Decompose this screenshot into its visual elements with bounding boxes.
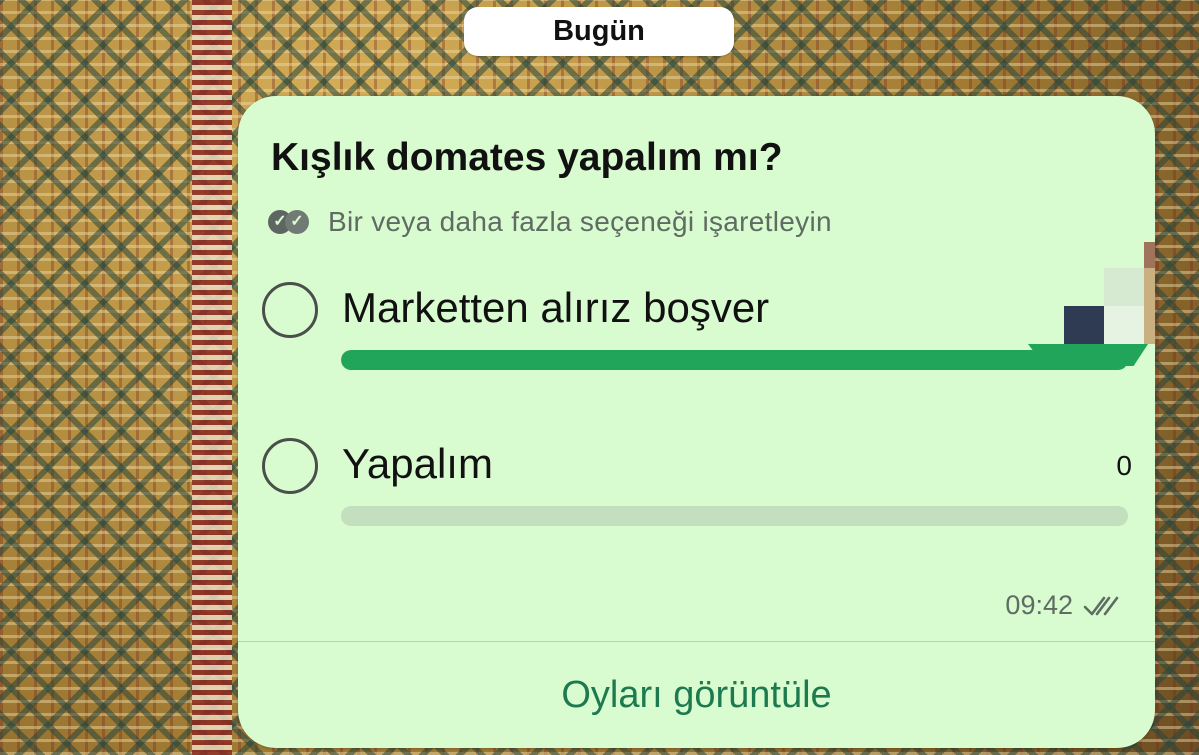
view-votes-label: Oyları görüntüle: [561, 673, 832, 716]
poll-hint: ✓ ✓ Bir veya daha fazla seçeneği işaretle…: [268, 206, 832, 238]
poll-question: Kışlık domates yapalım mı?: [271, 136, 783, 179]
date-label: Bugün: [553, 15, 645, 47]
poll-hint-text: Bir veya daha fazla seçeneği işaretleyin: [328, 206, 832, 237]
option-1-progress-bar: [341, 350, 1128, 370]
option-1-label: Marketten alırız boşver: [342, 284, 770, 331]
option-1-radio[interactable]: [262, 282, 318, 338]
poll-message-bubble: Kışlık domates yapalım mı? ✓ ✓ Bir veya d…: [238, 96, 1155, 748]
option-2-progress-bar: [341, 506, 1128, 526]
poll-option-1[interactable]: Marketten alırız boşver: [262, 276, 1132, 386]
message-meta: 09:42: [1005, 590, 1121, 621]
option-1-progress-fill: [341, 350, 1128, 370]
poll-option-2[interactable]: Yapalım 0: [262, 432, 1132, 542]
option-2-label: Yapalım: [342, 440, 493, 487]
message-time: 09:42: [1005, 590, 1073, 620]
wallpaper-pattern: [192, 0, 232, 755]
voter-avatar: [1028, 242, 1155, 366]
option-2-radio[interactable]: [262, 438, 318, 494]
option-2-vote-count: 0: [1116, 450, 1132, 481]
view-votes-button[interactable]: Oyları görüntüle: [238, 642, 1155, 748]
double-tick-icon: [1083, 596, 1119, 615]
double-check-circle-icon: ✓ ✓: [268, 207, 316, 237]
date-separator: Bugün: [464, 7, 734, 56]
